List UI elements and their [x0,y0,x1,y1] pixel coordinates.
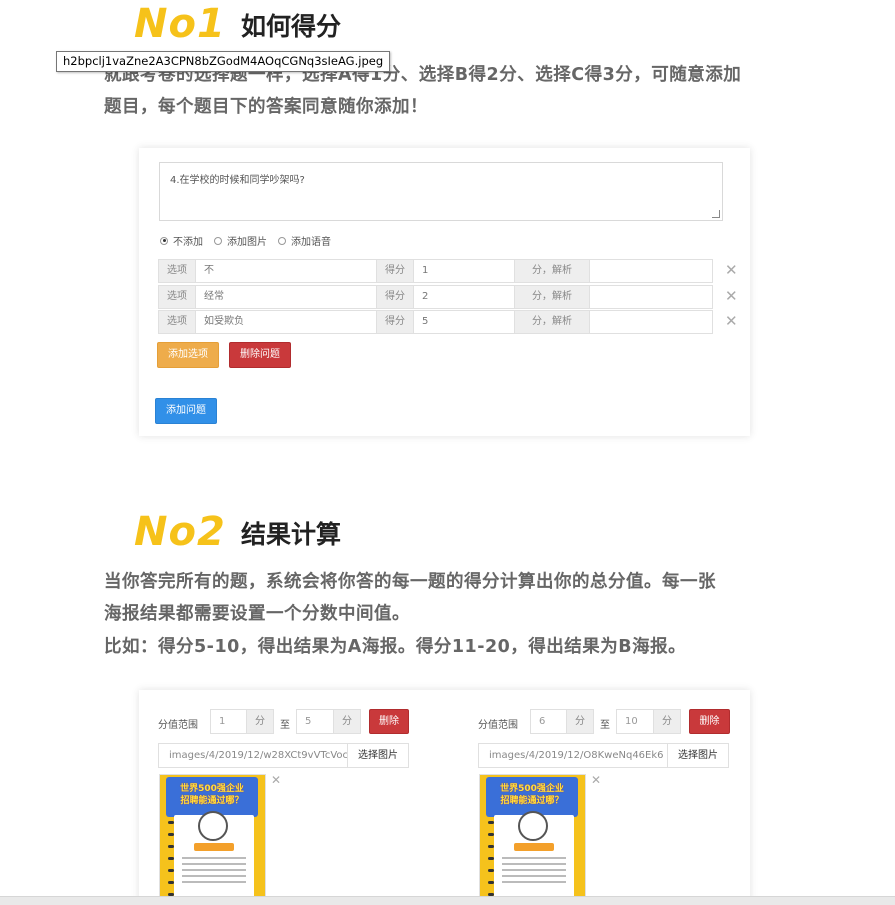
range-to-input[interactable]: 10 [616,709,654,734]
poster-spiral [168,821,174,903]
poster-avatar-icon [518,811,548,841]
section2-line3: 比如：得分5-10，得出结果为A海报。得分11-20，得出结果为B海报。 [104,637,687,657]
filename-tooltip: h2bpclj1vaZne2A3CPN8bZGodM4AOqCGNq3sIeAG… [56,51,391,72]
radio-add-audio[interactable]: 添加语音 [278,233,331,248]
section1-line2: 题目，每个题目下的答案同意随你添加！ [104,97,428,117]
radio-unchecked-icon [278,236,286,245]
range-label: 分值范围 [478,720,518,731]
section2-number: No2 [134,509,226,555]
option-row: 选项 经常 得分 2 分，解析 [158,285,714,309]
analysis-prefix: 分，解析 [514,259,590,283]
radio-add-image[interactable]: 添加图片 [214,233,267,248]
option-row: 选项 不 得分 1 分，解析 [158,259,714,283]
section1-number: No1 [134,1,226,47]
poster-thumbnail: 世界500强企业 招聘能通过哪？ [159,774,266,904]
analysis-prefix: 分，解析 [514,310,590,334]
radio-label: 添加语音 [291,237,331,248]
unit-addon: 分 [566,709,594,734]
radio-label: 不添加 [173,237,203,248]
range-from-input[interactable]: 1 [210,709,247,734]
analysis-prefix: 分，解析 [514,285,590,309]
radio-unchecked-icon [214,236,222,245]
option-prefix: 选项 [158,310,196,334]
poster-avatar-icon [198,811,228,841]
unit-addon: 分 [246,709,274,734]
score-prefix: 得分 [376,310,414,334]
add-question-button[interactable]: 添加问题 [155,398,217,424]
range-from-input[interactable]: 6 [530,709,567,734]
remove-image-icon[interactable]: ✕ [271,773,281,787]
to-label: 至 [280,720,290,731]
question-text: 4.在学校的时候和同学吵架吗? [170,175,305,186]
analysis-input[interactable] [589,259,713,283]
add-option-button[interactable]: 添加选项 [157,342,219,368]
poster-spiral [488,821,494,903]
resize-grip-icon[interactable] [712,210,720,218]
option-text-input[interactable]: 不 [195,259,377,283]
option-text-input[interactable]: 经常 [195,285,377,309]
image-path-input[interactable]: images/4/2019/12/w28XCt9vVTcVoc [158,743,348,768]
delete-question-button[interactable]: 删除问题 [229,342,291,368]
unit-addon: 分 [333,709,361,734]
poster-badge [514,843,554,851]
media-radio-group: 不添加 添加图片 添加语音 [160,233,342,248]
section2-line2: 海报结果都需要设置一个分数中间值。 [104,604,410,624]
section2-title: 结果计算 [241,520,342,549]
score-prefix: 得分 [376,259,414,283]
section1-title: 如何得分 [241,12,342,41]
radio-checked-icon [160,236,168,245]
range-to-input[interactable]: 5 [296,709,334,734]
poster-text-lines [502,857,566,887]
poster-badge [194,843,234,851]
delete-result-button[interactable]: 删除 [369,709,409,734]
option-row: 选项 如受欺负 得分 5 分，解析 [158,310,714,334]
analysis-input[interactable] [589,285,713,309]
remove-option-icon[interactable]: ✕ [725,289,738,304]
analysis-input[interactable] [589,310,713,334]
pick-image-button[interactable]: 选择图片 [347,743,409,768]
option-prefix: 选项 [158,285,196,309]
remove-option-icon[interactable]: ✕ [725,314,738,329]
score-input[interactable]: 2 [413,285,515,309]
unit-addon: 分 [653,709,681,734]
radio-label: 添加图片 [227,237,267,248]
score-prefix: 得分 [376,285,414,309]
option-prefix: 选项 [158,259,196,283]
range-label: 分值范围 [158,720,198,731]
score-input[interactable]: 5 [413,310,515,334]
to-label: 至 [600,720,610,731]
remove-image-icon[interactable]: ✕ [591,773,601,787]
radio-no-media[interactable]: 不添加 [160,233,203,248]
poster-text-lines [182,857,246,887]
score-input[interactable]: 1 [413,259,515,283]
section2-line1: 当你答完所有的题，系统会将你答的每一题的得分计算出你的总分值。每一张 [104,572,716,592]
delete-result-button[interactable]: 删除 [689,709,730,734]
option-text-input[interactable]: 如受欺负 [195,310,377,334]
question-textarea[interactable]: 4.在学校的时候和同学吵架吗? [159,162,723,221]
image-path-input[interactable]: images/4/2019/12/O8KweNq46Ek6 [478,743,668,768]
poster-thumbnail: 世界500强企业 招聘能通过哪？ [479,774,586,904]
remove-option-icon[interactable]: ✕ [725,263,738,278]
pick-image-button[interactable]: 选择图片 [667,743,729,768]
